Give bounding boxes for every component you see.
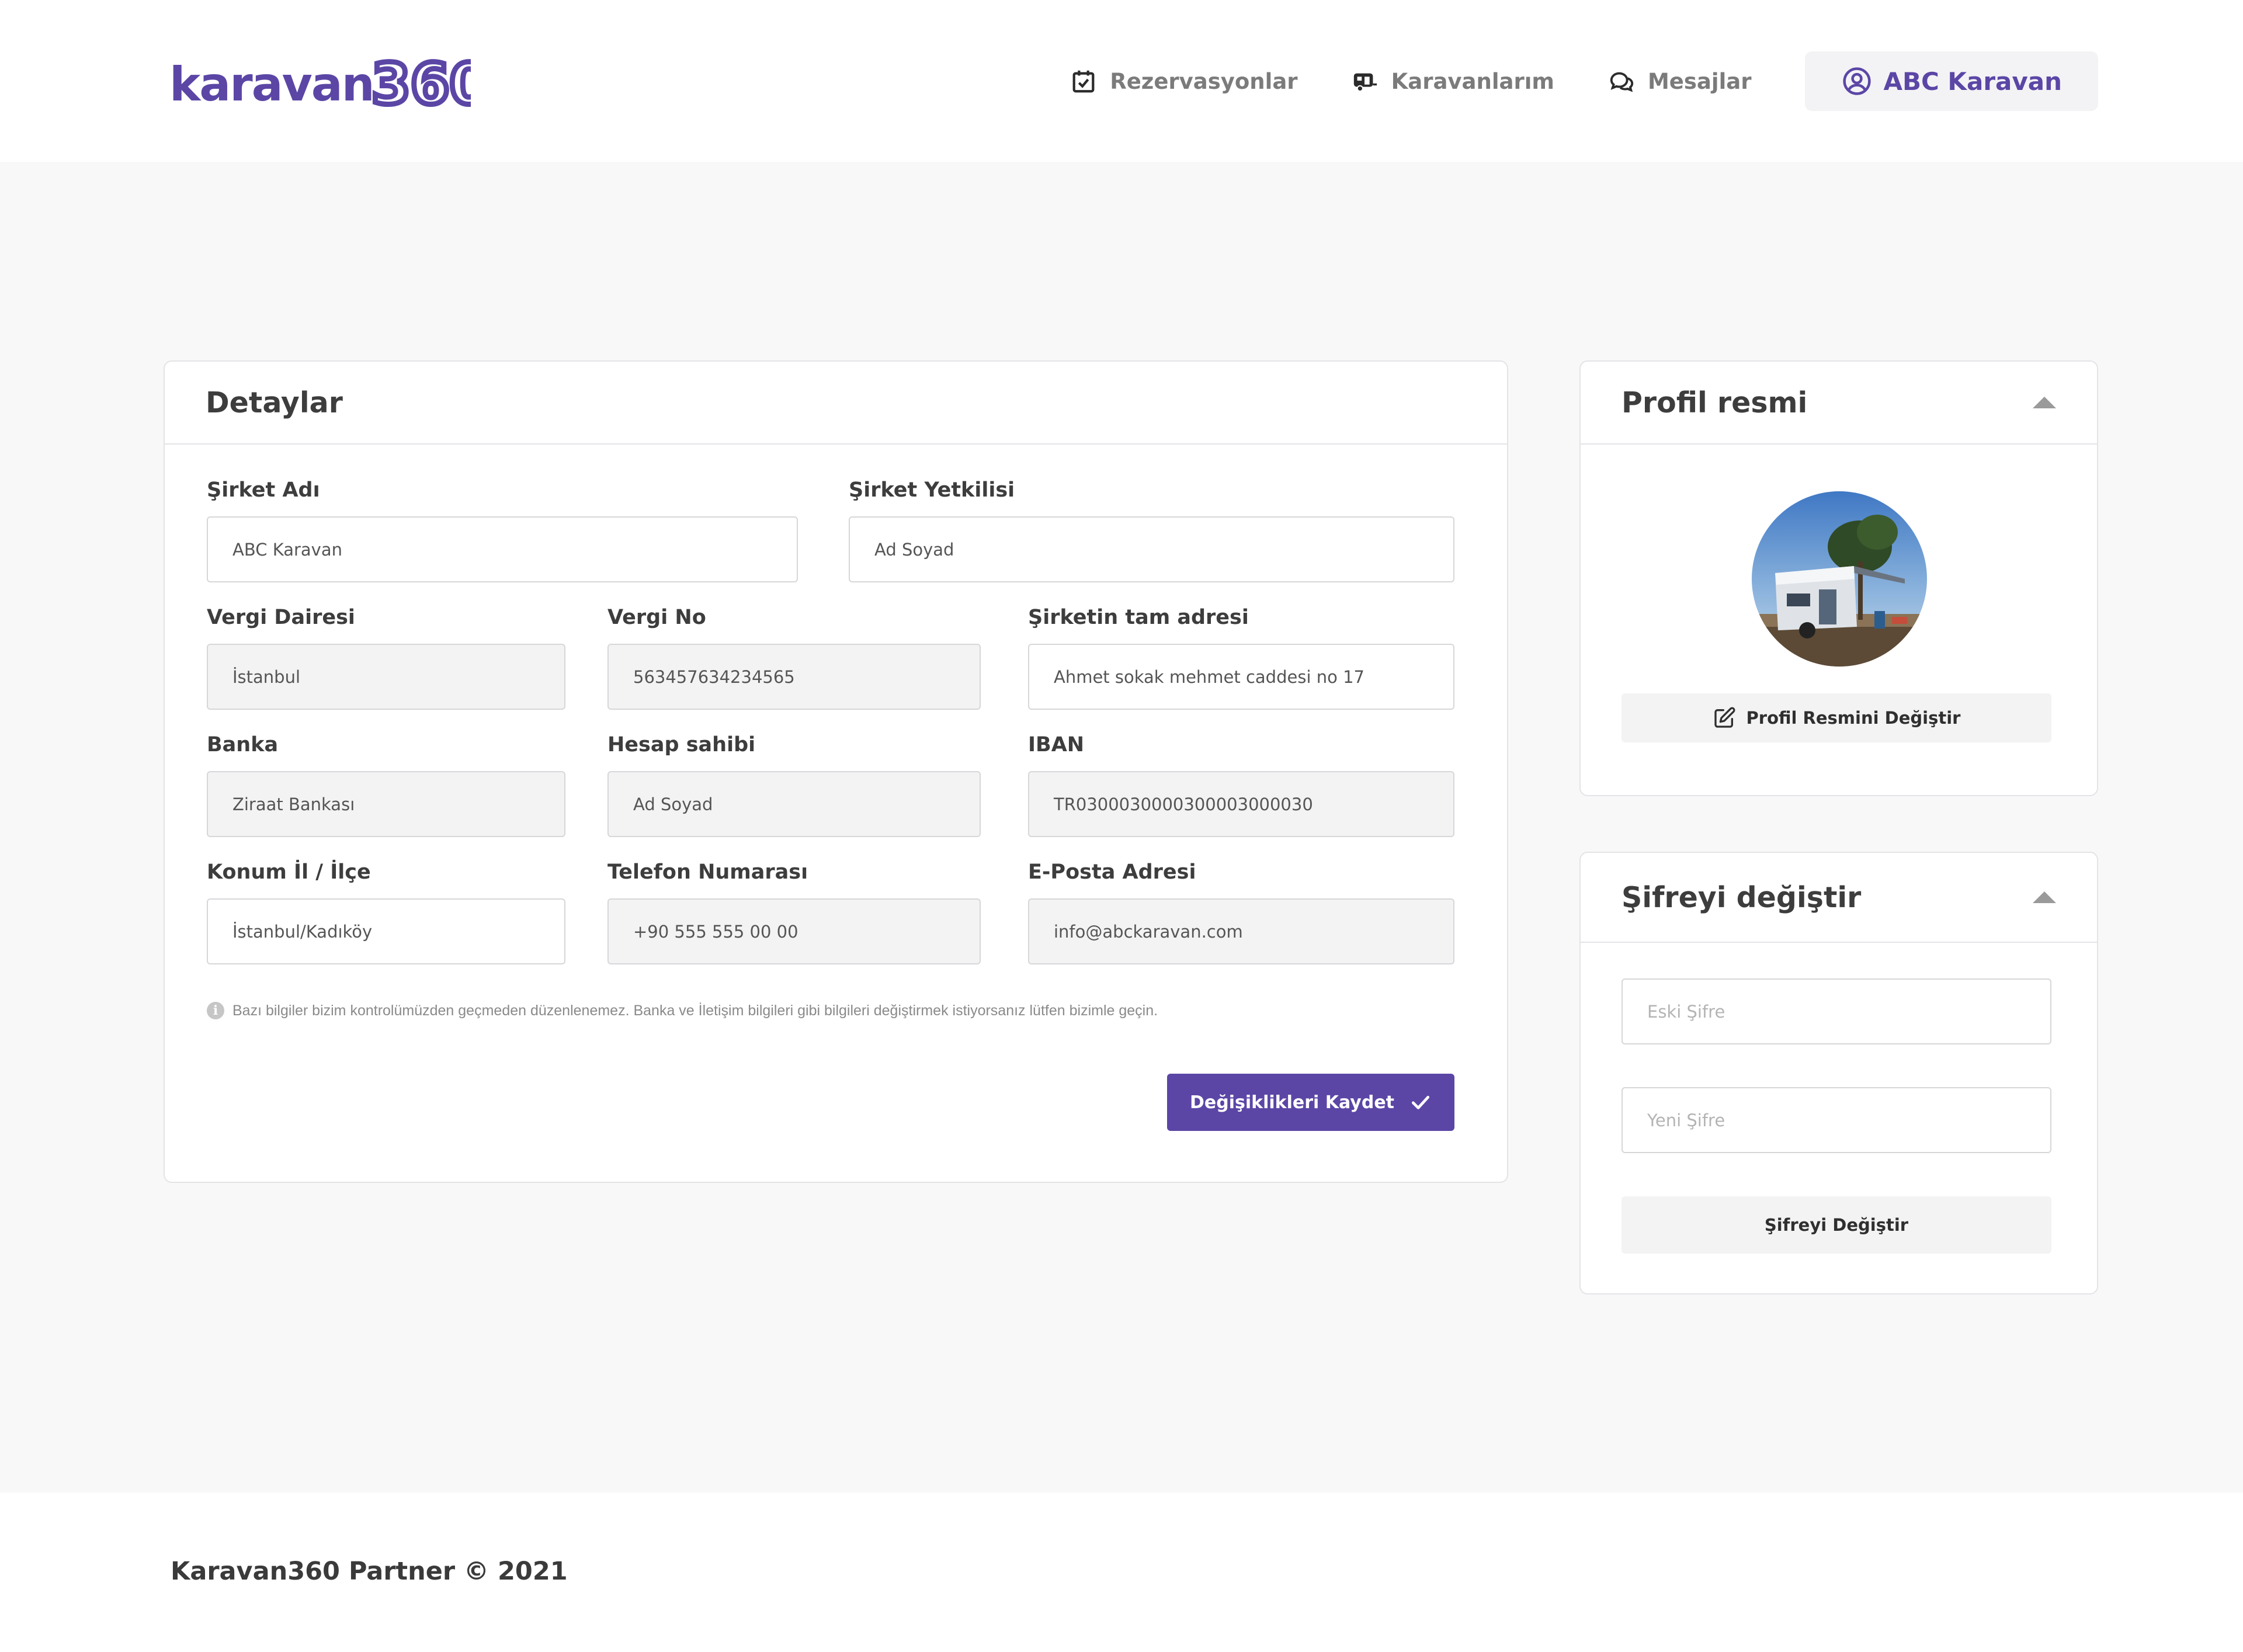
logo-360-mark: 360 bbox=[371, 50, 471, 120]
save-label: Değişiklikleri Kaydet bbox=[1189, 1092, 1395, 1113]
caravan-icon bbox=[1353, 73, 1377, 92]
tax-no-field: 563457634234565 bbox=[607, 644, 981, 710]
address-field[interactable]: Ahmet sokak mehmet caddesi no 17 bbox=[1028, 644, 1454, 710]
iban-label: IBAN bbox=[1028, 733, 1085, 756]
nav-label: Mesajlar bbox=[1647, 68, 1752, 94]
password-title: Şifreyi değiştir bbox=[1622, 880, 1862, 914]
old-password-input[interactable] bbox=[1622, 978, 2051, 1044]
new-password-input[interactable] bbox=[1622, 1087, 2051, 1153]
change-password-label: Şifreyi Değiştir bbox=[1764, 1215, 1909, 1235]
info-icon: i bbox=[207, 1002, 224, 1019]
bank-field: Ziraat Bankası bbox=[207, 771, 565, 837]
location-field[interactable]: İstanbul/Kadıköy bbox=[207, 898, 565, 964]
note-text: Bazı bilgiler bizim kontrolümüzden geçme… bbox=[232, 1002, 1158, 1019]
change-password-button[interactable]: Şifreyi Değiştir bbox=[1622, 1196, 2051, 1254]
edit-icon bbox=[1714, 707, 1735, 728]
details-card: Detaylar Şirket Adı ABC Karavan Şirket Y… bbox=[164, 360, 1508, 1183]
save-changes-button[interactable]: Değişiklikleri Kaydet bbox=[1167, 1074, 1454, 1131]
company-name-field[interactable]: ABC Karavan bbox=[207, 516, 798, 582]
address-label: Şirketin tam adresi bbox=[1028, 606, 1249, 629]
footer-copyright: Karavan360 Partner © 2021 bbox=[171, 1557, 568, 1586]
brand-logo[interactable]: karavan 360 bbox=[169, 48, 471, 121]
profile-card-header: Profil resmi bbox=[1581, 362, 2097, 445]
tax-no-label: Vergi No bbox=[607, 606, 706, 629]
bank-label: Banka bbox=[207, 733, 279, 756]
password-card-header: Şifreyi değiştir bbox=[1581, 853, 2097, 943]
account-name: ABC Karavan bbox=[1883, 67, 2062, 96]
nav-label: Karavanlarım bbox=[1391, 68, 1554, 94]
edit-restriction-note: i Bazı bilgiler bizim kontrolümüzden geç… bbox=[207, 1002, 1158, 1019]
account-holder-label: Hesap sahibi bbox=[607, 733, 756, 756]
email-label: E-Posta Adresi bbox=[1028, 860, 1196, 884]
collapse-caret-icon[interactable] bbox=[2033, 397, 2056, 408]
caravan-photo bbox=[1752, 491, 1927, 667]
page-footer: Karavan360 Partner © 2021 bbox=[0, 1493, 2243, 1652]
change-profile-picture-button[interactable]: Profil Resmini Değiştir bbox=[1622, 693, 2051, 742]
collapse-caret-icon[interactable] bbox=[2033, 891, 2056, 903]
phone-label: Telefon Numarası bbox=[607, 860, 808, 884]
change-picture-label: Profil Resmini Değiştir bbox=[1746, 708, 1961, 728]
user-circle-icon bbox=[1843, 67, 1872, 95]
calendar-check-icon bbox=[1072, 70, 1095, 93]
main-nav: Rezervasyonlar Karavanlarım Mesajlar ABC… bbox=[1070, 51, 2098, 111]
phone-field: +90 555 555 00 00 bbox=[607, 898, 981, 964]
location-label: Konum İl / İlçe bbox=[207, 860, 371, 884]
details-title: Detaylar bbox=[206, 386, 343, 419]
nav-item-caravans[interactable]: Karavanlarım bbox=[1352, 68, 1554, 95]
company-name-label: Şirket Adı bbox=[207, 478, 320, 502]
tax-office-field: İstanbul bbox=[207, 644, 565, 710]
top-header: karavan 360 Rezervasyonlar Karavanlarım bbox=[0, 0, 2243, 162]
profile-avatar bbox=[1752, 491, 1927, 667]
account-holder-field: Ad Soyad bbox=[607, 771, 981, 837]
profile-picture-card: Profil resmi Profil Resmini Değiştir bbox=[1579, 360, 2098, 796]
logo-word: karavan bbox=[169, 57, 375, 112]
account-menu-button[interactable]: ABC Karavan bbox=[1805, 51, 2098, 111]
nav-label: Rezervasyonlar bbox=[1110, 68, 1298, 94]
checkmark-icon bbox=[1411, 1095, 1430, 1109]
profile-title: Profil resmi bbox=[1622, 386, 1808, 419]
iban-field: TR0300030000300003000030 bbox=[1028, 771, 1454, 837]
nav-item-messages[interactable]: Mesajlar bbox=[1608, 68, 1751, 95]
tax-office-label: Vergi Dairesi bbox=[207, 606, 355, 629]
company-officer-label: Şirket Yetkilisi bbox=[849, 478, 1015, 502]
details-card-header: Detaylar bbox=[165, 362, 1507, 445]
company-officer-field[interactable]: Ad Soyad bbox=[849, 516, 1454, 582]
nav-item-reservations[interactable]: Rezervasyonlar bbox=[1070, 68, 1298, 95]
logo-number: 360 bbox=[371, 51, 471, 117]
change-password-card: Şifreyi değiştir Şifreyi Değiştir bbox=[1579, 852, 2098, 1294]
email-field: info@abckaravan.com bbox=[1028, 898, 1454, 964]
chat-bubbles-icon bbox=[1610, 72, 1634, 92]
